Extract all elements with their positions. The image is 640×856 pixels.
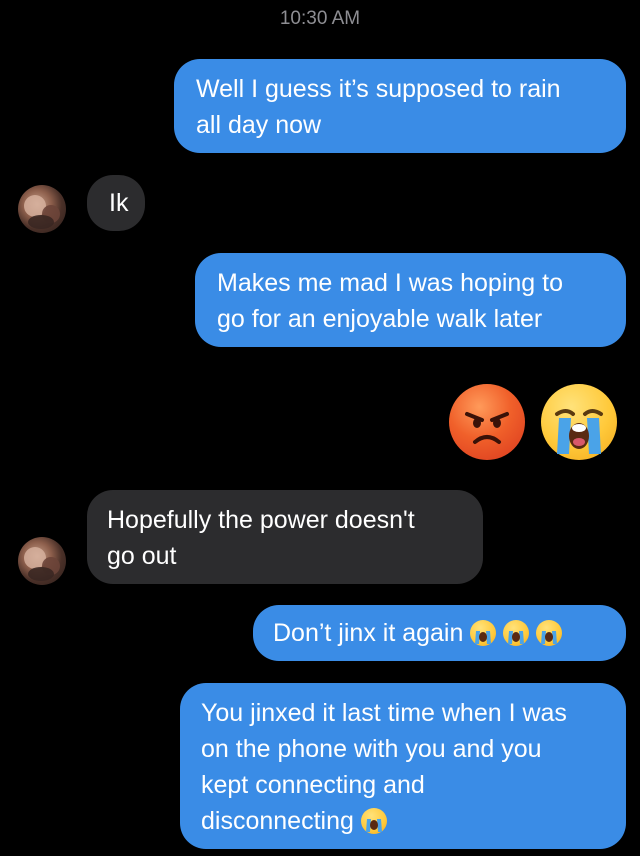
message-timestamp: 10:30 AM [279,8,361,29]
message-text-line: go out [107,542,177,570]
message-text-line: Don’t jinx it again [273,619,464,647]
loudly-crying-face-emoji[interactable] [541,384,617,460]
message-text-fragment: disconnecting [201,807,354,835]
outgoing-message-bubble[interactable]: Well I guess it’s supposed to rain all d… [174,59,626,153]
outgoing-message-bubble[interactable]: Don’t jinx it again [253,605,626,661]
angry-face-emoji[interactable] [449,384,525,460]
loudly-crying-face-emoji [536,620,563,646]
contact-avatar[interactable] [18,537,66,585]
message-text-line: disconnecting [201,803,606,839]
message-text-line: Well I guess it’s supposed to rain [196,75,561,103]
loudly-crying-face-emoji [360,808,387,834]
loudly-crying-face-emoji [503,620,530,646]
message-text-line: Makes me mad I was hoping to [217,269,563,297]
outgoing-message-bubble[interactable]: You jinxed it last time when I was on th… [180,683,626,849]
incoming-message-bubble[interactable]: Hopefully the power doesn't go out [87,490,483,584]
contact-avatar[interactable] [18,185,66,233]
message-text-line: kept connecting and [201,771,425,799]
message-text-line: Ik [109,189,129,217]
message-text-line: You jinxed it last time when I was [201,699,567,727]
message-text-line: go for an enjoyable walk later [217,305,543,333]
message-text-line: all day now [196,111,322,139]
message-text-line: Hopefully the power doesn't [107,506,415,534]
incoming-message-bubble[interactable]: Ik [87,175,145,231]
message-text-line: on the phone with you and you [201,735,542,763]
outgoing-message-bubble[interactable]: Makes me mad I was hoping to go for an e… [195,253,626,347]
loudly-crying-face-emoji [470,620,497,646]
